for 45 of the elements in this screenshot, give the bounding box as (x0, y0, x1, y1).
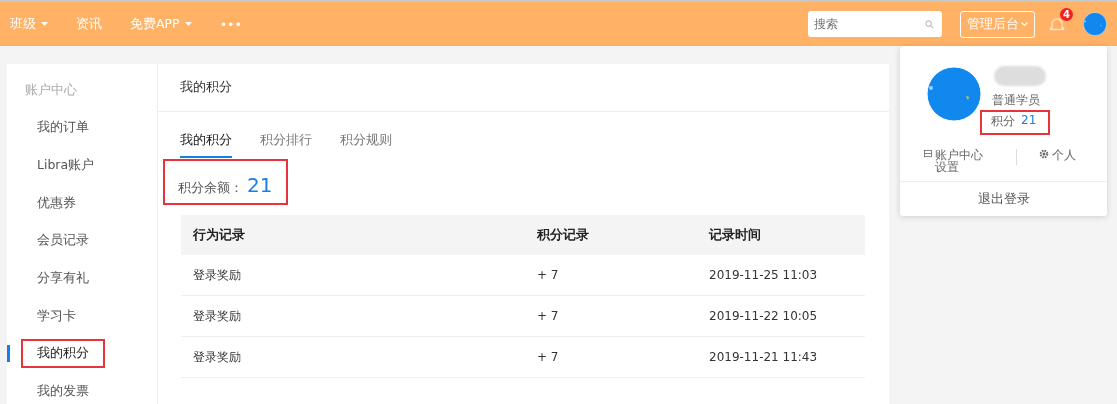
search-icon (925, 20, 934, 29)
balance-value: 21 (247, 173, 273, 197)
caret-icon (41, 22, 48, 26)
search-field[interactable]: 搜索 (808, 11, 942, 37)
table-cell: + 7 (536, 336, 708, 378)
avatar-icon[interactable] (1083, 12, 1107, 36)
tab[interactable]: 积分规则 (340, 132, 392, 158)
sidebar-item[interactable]: Libra账户 (21, 151, 111, 181)
balance-label: 积分余额： (178, 180, 243, 197)
chevron-icon (1021, 21, 1028, 27)
menu-link[interactable]: 账户中心设置 (924, 149, 992, 173)
table-cell: + 7 (536, 255, 708, 296)
table-cell: 登录奖励 (181, 295, 536, 337)
sidebar-item[interactable]: 我的订单 (21, 113, 105, 143)
table-cell: 2019-11-21 11:43 (708, 336, 865, 378)
table-cell: + 7 (536, 295, 708, 337)
sidebar-item[interactable]: 我的发票 (21, 377, 105, 404)
points-value: 21 (1021, 113, 1037, 129)
sidebar-heading: 账户中心 (24, 82, 77, 99)
caret-icon (184, 22, 192, 26)
bell-icon[interactable] (1049, 16, 1065, 32)
gear-icon (1039, 149, 1049, 159)
table-cell: 2019-11-25 11:03 (708, 255, 865, 296)
table-cell: 登录奖励 (181, 255, 536, 296)
sidebar-item[interactable]: 学习卡 (21, 301, 92, 331)
column-header: 积分记录 (536, 215, 708, 255)
menu-link[interactable]: 个人 (1039, 149, 1107, 173)
column-header: 记录时间 (708, 215, 865, 255)
points-label: 积分 (991, 113, 1015, 130)
tab[interactable]: 我的积分 (180, 132, 232, 158)
page-title: 我的积分 (180, 79, 232, 96)
panel-icon (924, 149, 932, 158)
logout-link[interactable]: 退出登录 (977, 190, 1030, 208)
user-role: 普通学员 (992, 92, 1041, 109)
sidebar-item[interactable]: 分享有礼 (21, 264, 105, 294)
notification-badge: 4 (1060, 8, 1073, 21)
table-cell: 2019-11-22 10:05 (708, 295, 865, 337)
sidebar-item[interactable]: 优惠券 (21, 188, 92, 218)
sidebar-item[interactable]: 会员记录 (21, 226, 105, 256)
column-header: 行为记录 (181, 215, 536, 255)
blurred-name (994, 66, 1046, 86)
table-cell: 登录奖励 (181, 336, 536, 378)
avatar-icon[interactable] (926, 66, 982, 122)
tab[interactable]: 积分排行 (260, 132, 312, 158)
sidebar-item[interactable]: 我的积分 (21, 339, 105, 369)
